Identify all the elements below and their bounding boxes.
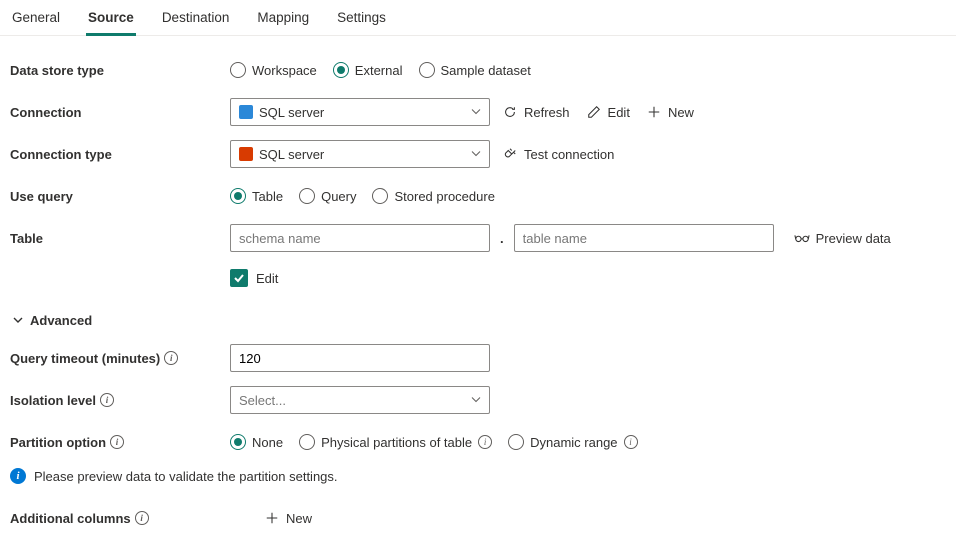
advanced-toggle[interactable]: Advanced: [10, 312, 946, 328]
radio-partition-dynamic[interactable]: Dynamic range i: [508, 434, 637, 450]
radio-partition-physical[interactable]: Physical partitions of table i: [299, 434, 492, 450]
radio-query[interactable]: Query: [299, 188, 356, 204]
radio-partition-none[interactable]: None: [230, 434, 283, 450]
new-column-button[interactable]: New: [260, 510, 316, 526]
label-connection: Connection: [10, 105, 230, 120]
label-use-query: Use query: [10, 189, 230, 204]
edit-connection-button[interactable]: Edit: [582, 104, 634, 120]
label-connection-type: Connection type: [10, 147, 230, 162]
radio-external[interactable]: External: [333, 62, 403, 78]
partition-option-group: None Physical partitions of table i Dyna…: [230, 434, 946, 450]
chevron-down-icon: [471, 393, 481, 408]
partition-info-message: i Please preview data to validate the pa…: [10, 468, 946, 484]
pencil-icon: [586, 104, 602, 120]
chevron-down-icon: [10, 312, 26, 328]
dot-separator: .: [500, 231, 504, 246]
info-icon[interactable]: i: [164, 351, 178, 365]
radio-table[interactable]: Table: [230, 188, 283, 204]
edit-checkbox-label: Edit: [256, 271, 278, 286]
tab-destination[interactable]: Destination: [160, 6, 232, 36]
glasses-icon: [794, 230, 810, 246]
plus-icon: [264, 510, 280, 526]
label-query-timeout: Query timeout (minutes) i: [10, 351, 230, 366]
tab-source[interactable]: Source: [86, 6, 136, 36]
refresh-button[interactable]: Refresh: [498, 104, 574, 120]
new-connection-button[interactable]: New: [642, 104, 698, 120]
source-form: Data store type Workspace External Sampl…: [0, 36, 956, 552]
tab-bar: General Source Destination Mapping Setti…: [0, 0, 956, 36]
info-badge-icon: i: [10, 468, 26, 484]
table-name-input[interactable]: [514, 224, 774, 252]
plus-icon: [646, 104, 662, 120]
info-icon[interactable]: i: [100, 393, 114, 407]
preview-data-button[interactable]: Preview data: [790, 230, 895, 246]
info-icon[interactable]: i: [624, 435, 638, 449]
info-icon[interactable]: i: [135, 511, 149, 525]
test-connection-button[interactable]: Test connection: [498, 146, 618, 162]
label-partition-option: Partition option i: [10, 435, 230, 450]
edit-checkbox[interactable]: [230, 269, 248, 287]
radio-sample-dataset[interactable]: Sample dataset: [419, 62, 531, 78]
query-timeout-input[interactable]: [230, 344, 490, 372]
tab-mapping[interactable]: Mapping: [255, 6, 311, 36]
label-additional-columns: Additional columns i: [10, 511, 230, 526]
info-icon[interactable]: i: [110, 435, 124, 449]
info-icon[interactable]: i: [478, 435, 492, 449]
radio-stored-procedure[interactable]: Stored procedure: [372, 188, 494, 204]
chevron-down-icon: [471, 105, 481, 120]
sql-server-icon: [239, 105, 253, 119]
tab-general[interactable]: General: [10, 6, 62, 36]
label-isolation-level: Isolation level i: [10, 393, 230, 408]
chevron-down-icon: [471, 147, 481, 162]
use-query-group: Table Query Stored procedure: [230, 188, 946, 204]
data-store-type-group: Workspace External Sample dataset: [230, 62, 946, 78]
sql-server-type-icon: [239, 147, 253, 161]
connection-type-select[interactable]: SQL server: [230, 140, 490, 168]
tab-settings[interactable]: Settings: [335, 6, 388, 36]
isolation-level-select[interactable]: Select...: [230, 386, 490, 414]
refresh-icon: [502, 104, 518, 120]
connection-select[interactable]: SQL server: [230, 98, 490, 126]
plug-icon: [502, 146, 518, 162]
schema-name-input[interactable]: [230, 224, 490, 252]
label-table: Table: [10, 231, 230, 246]
radio-workspace[interactable]: Workspace: [230, 62, 317, 78]
label-data-store-type: Data store type: [10, 63, 230, 78]
